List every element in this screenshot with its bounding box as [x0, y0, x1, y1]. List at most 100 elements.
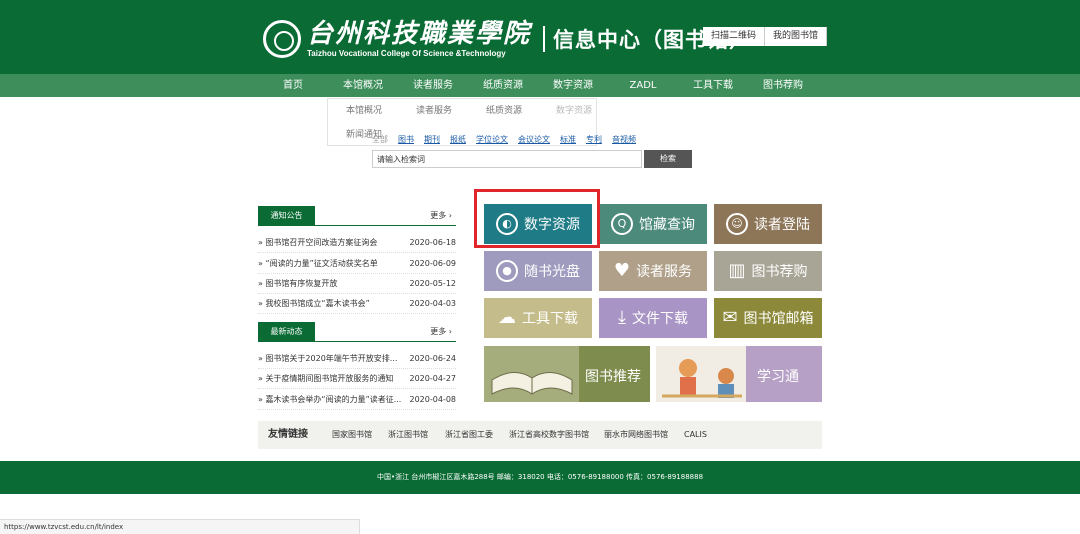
site-footer: 中国•浙江 台州市椒江区嘉木路288号 邮编：318020 电话：0576-89… [0, 461, 1080, 494]
news-item-date: 2020-06-24 [409, 354, 457, 363]
search-tab-standards[interactable]: 标准 [560, 134, 576, 145]
nav-tools-download[interactable]: 工具下载 [678, 74, 748, 97]
dropdown-item-digital-resources[interactable]: 数字资源 [539, 99, 609, 123]
notice-title[interactable]: » 图书馆有序恢复开放 [258, 274, 337, 294]
scan-qr-button[interactable]: 扫描二维码 [703, 27, 766, 46]
news-more-link[interactable]: 更多 › [430, 326, 452, 337]
news-title: 最新动态 [258, 322, 315, 342]
search-tab-patents[interactable]: 专利 [586, 134, 602, 145]
tile-reader-login[interactable]: ☺ 读者登陆 [714, 204, 822, 244]
news-row[interactable]: » 关于疫情期间图书馆开放服务的通知 2020-04-27 [258, 369, 456, 389]
tile-label: 学习通 [757, 369, 799, 385]
search-tab-newspapers[interactable]: 报纸 [450, 134, 466, 145]
news-item-title[interactable]: » 关于疫情期间图书馆开放服务的通知 [258, 369, 393, 389]
nav-book-recommend[interactable]: 图书荐购 [748, 74, 818, 97]
nav-reader-services[interactable]: 读者服务 [398, 74, 468, 97]
search-tab-books[interactable]: 图书 [398, 134, 414, 145]
notice-date: 2020-06-18 [409, 238, 457, 247]
notice-title[interactable]: » 我校图书馆成立“嘉木读书会” [258, 294, 370, 314]
mail-icon: ✉ [722, 307, 738, 328]
user-icon: ☺ [726, 213, 748, 235]
browser-status-url: https://www.tzvcst.edu.cn/lt/index [0, 519, 360, 534]
notices-header: 通知公告 更多 › [258, 206, 456, 226]
tile-reader-services[interactable]: ♥ 读者服务 [599, 251, 707, 291]
notices-more-label: 更多 [430, 211, 447, 220]
notice-row[interactable]: » 图书馆召开空间改造方案征询会 2020-06-18 [258, 233, 456, 253]
nav-home[interactable]: 首页 [258, 74, 328, 97]
news-row[interactable]: » 嘉木读书会举办“阅读的力量”读者征... 2020-04-08 [258, 390, 456, 410]
logo-english-name: Taizhou Vocational College Of Science &T… [307, 48, 506, 58]
nav-print-resources[interactable]: 纸质资源 [468, 74, 538, 97]
notice-row[interactable]: » 我校图书馆成立“嘉木读书会” 2020-04-03 [258, 294, 456, 314]
site-logo[interactable]: 台州科技職業學院 Taizhou Vocational College Of S… [263, 18, 751, 60]
search-tab-conference[interactable]: 会议论文 [518, 134, 550, 145]
site-header: 台州科技職業學院 Taizhou Vocational College Of S… [0, 0, 1080, 74]
main-nav: 首页 本馆概况 读者服务 纸质资源 数字资源 ZADL 工具下载 图书荐购 [0, 74, 1080, 97]
news-item-title[interactable]: » 图书馆关于2020年端午节开放安排... [258, 349, 397, 369]
dropdown-item-about[interactable]: 本馆概况 [329, 99, 399, 123]
friend-link[interactable]: 浙江省高校数字图书馆 [509, 421, 589, 449]
notices-more-link[interactable]: 更多 › [430, 210, 452, 221]
search-icon: Q [611, 213, 633, 235]
friend-link[interactable]: 浙江图书馆 [388, 421, 428, 449]
friend-link[interactable]: CALIS [684, 421, 707, 449]
news-row[interactable]: » 图书馆关于2020年端午节开放安排... 2020-06-24 [258, 349, 456, 369]
friend-link[interactable]: 国家图书馆 [332, 421, 372, 449]
tile-xuexitong-banner[interactable]: 学习通 [656, 346, 822, 402]
dropdown-item-print-resources[interactable]: 纸质资源 [469, 99, 539, 123]
my-library-button[interactable]: 我的图书馆 [765, 27, 828, 46]
search-tab-all[interactable]: 全部 [372, 134, 388, 145]
nav-zadl[interactable]: ZADL [608, 74, 678, 97]
tile-label: 读者登陆 [754, 217, 810, 233]
search-tab-theses[interactable]: 学位论文 [476, 134, 508, 145]
tile-catalog-search[interactable]: Q 馆藏查询 [599, 204, 707, 244]
tile-tools-download[interactable]: ☁ 工具下载 [484, 298, 592, 338]
notices-title: 通知公告 [258, 206, 315, 226]
tile-label: 图书荐购 [751, 264, 808, 280]
cloud-download-icon: ☁ [498, 307, 516, 328]
news-item-date: 2020-04-27 [409, 374, 457, 383]
news-item-date: 2020-04-08 [409, 395, 457, 404]
nav-about[interactable]: 本馆概况 [328, 74, 398, 97]
logo-chinese-name: 台州科技職業學院 [307, 18, 532, 49]
tile-book-recommendation-banner[interactable]: 图书推荐 [484, 346, 650, 402]
friend-links-title: 友情链接 [268, 429, 308, 440]
friend-link[interactable]: 丽水市网络图书馆 [604, 421, 668, 449]
college-emblem-icon [263, 20, 301, 58]
tile-label: 馆藏查询 [639, 217, 695, 233]
tile-label: 工具下载 [522, 311, 578, 327]
tile-file-download[interactable]: ⤓ 文件下载 [599, 298, 707, 338]
tile-label: 图书推荐 [585, 369, 641, 385]
search-type-tabs: 全部 图书 期刊 报纸 学位论文 会议论文 标准 专利 音视频 [372, 134, 646, 145]
tile-library-mail[interactable]: ✉ 图书馆邮箱 [714, 298, 822, 338]
download-icon: ⤓ [618, 307, 626, 328]
notice-date: 2020-04-03 [409, 299, 457, 308]
notice-date: 2020-06-09 [409, 259, 457, 268]
notice-row[interactable]: » “阅读的力量”征文活动获奖名单 2020-06-09 [258, 254, 456, 274]
news-header: 最新动态 更多 › [258, 322, 456, 342]
tile-label: 读者服务 [636, 264, 693, 280]
news-more-label: 更多 [430, 327, 447, 336]
search-button[interactable]: 检索 [644, 150, 692, 168]
news-item-title[interactable]: » 嘉木读书会举办“阅读的力量”读者征... [258, 390, 401, 410]
search-tab-av[interactable]: 音视频 [612, 134, 636, 145]
tile-label: 图书馆邮箱 [743, 311, 814, 327]
notice-title[interactable]: » 图书馆召开空间改造方案征询会 [258, 233, 377, 253]
highlight-box [474, 189, 600, 248]
open-book-icon [484, 346, 579, 402]
notice-title[interactable]: » “阅读的力量”征文活动获奖名单 [258, 254, 378, 274]
friend-link[interactable]: 浙江省图工委 [445, 421, 493, 449]
search-input[interactable] [372, 150, 642, 168]
logo-text: 台州科技職業學院 Taizhou Vocational College Of S… [307, 20, 531, 59]
header-buttons: 扫描二维码 我的图书馆 [703, 27, 828, 46]
notice-row[interactable]: » 图书馆有序恢复开放 2020-05-12 [258, 274, 456, 294]
tile-book-cd[interactable]: ● 随书光盘 [484, 251, 592, 291]
nav-digital-resources[interactable]: 数字资源 [538, 74, 608, 97]
dropdown-item-reader-services[interactable]: 读者服务 [399, 99, 469, 123]
search-tab-journals[interactable]: 期刊 [424, 134, 440, 145]
tile-book-recommend[interactable]: ▥ 图书荐购 [714, 251, 822, 291]
logo-divider [543, 26, 546, 52]
study-illustration-icon [656, 346, 746, 402]
cd-icon: ● [496, 260, 518, 282]
tile-label: 随书光盘 [524, 264, 580, 280]
